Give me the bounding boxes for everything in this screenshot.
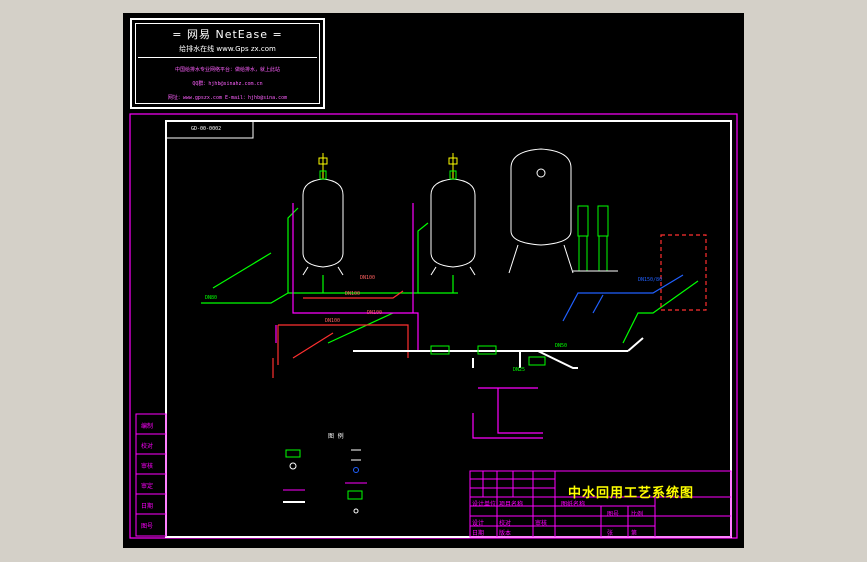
- inline-valves: [430, 345, 546, 366]
- tb-r1-c1: 设计单位: [472, 501, 497, 508]
- stamp-4: 审定: [141, 483, 154, 490]
- filter-tank-1: [302, 153, 344, 276]
- tb-r2-c2: 校对: [499, 520, 512, 527]
- pipe-label-dn100-d: DN100: [367, 310, 383, 316]
- pipe-label-dn100-a: DN100: [360, 275, 376, 281]
- tb-r2-c1: 设计: [472, 520, 485, 527]
- pipe-label-dn100-c: DN100: [325, 318, 341, 324]
- drawing-title: 中水回用工艺系统图: [568, 486, 695, 501]
- pipe-label-dn150: DN150/80: [638, 277, 663, 283]
- stamp-1: 编制: [141, 423, 154, 430]
- tb-r3-c4: 第: [631, 530, 638, 537]
- pipe-label-dn100-b: DN100: [345, 291, 361, 297]
- tb-r1-c4: 图号: [607, 511, 620, 518]
- pipe-label-dn25: DN25: [513, 367, 526, 373]
- legend-symbols: [283, 449, 367, 514]
- tb-r1-c3: 图纸名称: [561, 501, 586, 508]
- pump-group: [573, 205, 618, 272]
- stamp-6: 图号: [141, 523, 154, 530]
- tb-r2-c4: 比例: [631, 511, 644, 518]
- stamp-2: 校对: [141, 443, 154, 450]
- drawing-code: GD-00-0002: [191, 126, 222, 132]
- cad-drawing-canvas[interactable]: = 网易 NetEase = 给排水在线 www.Gps zx.com 中国给排…: [123, 13, 744, 548]
- pipe-label-dn50: DN50: [555, 343, 568, 349]
- outer-frame: [129, 113, 738, 539]
- pipe-label-dn80: DN80: [205, 295, 218, 301]
- green-pipes: [201, 207, 699, 344]
- legend-title: 图 例: [328, 433, 344, 440]
- white-main-pipe: [353, 337, 644, 369]
- blue-pipes: [562, 274, 684, 322]
- inner-border: [165, 120, 732, 538]
- tb-r2-c3: 审核: [535, 520, 548, 527]
- pressure-tank: [508, 148, 574, 274]
- left-stamp-column: [135, 413, 167, 537]
- tb-r3-c3: 张: [607, 530, 614, 537]
- filter-tank-2: [430, 153, 476, 276]
- stamp-5: 日期: [141, 503, 154, 510]
- tb-r3-c1: 日期: [472, 530, 485, 537]
- tb-r3-c2: 版本: [499, 530, 512, 537]
- stamp-3: 审核: [141, 463, 154, 470]
- tb-r1-c2: 项目名称: [499, 501, 524, 508]
- magenta-pipes: [275, 203, 707, 439]
